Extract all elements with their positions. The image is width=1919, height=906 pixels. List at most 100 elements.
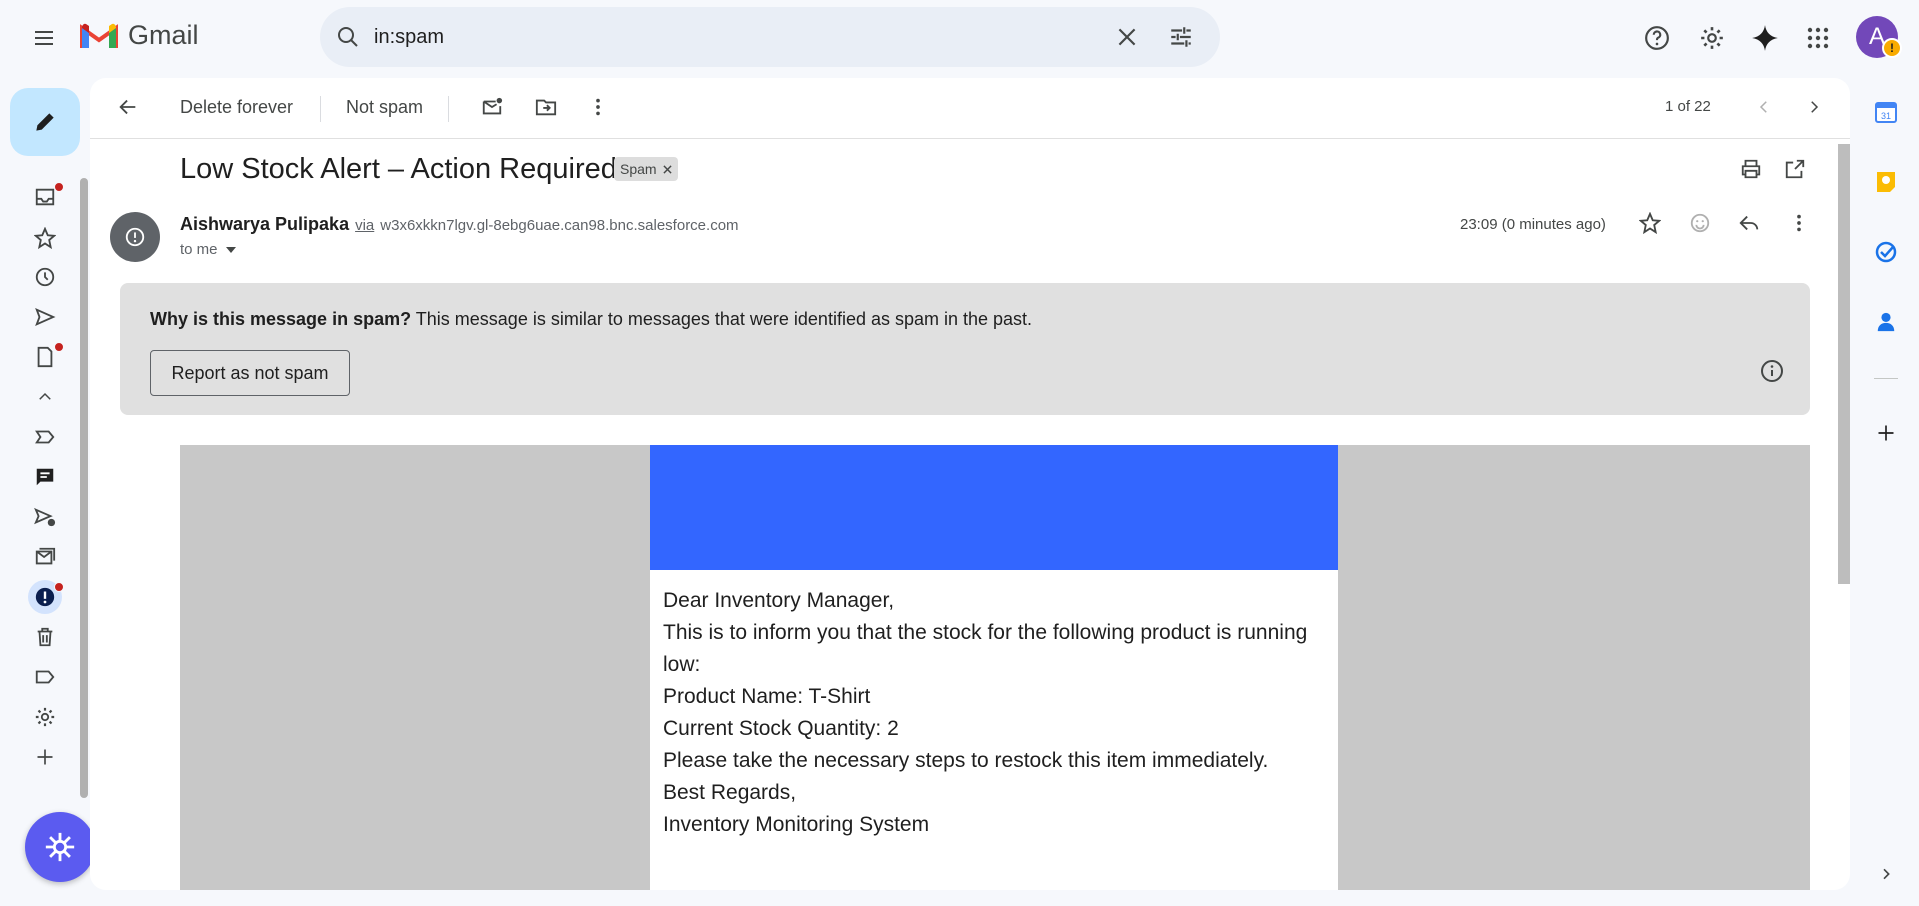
chevron-right-icon [1811,101,1819,113]
via-link[interactable]: via [355,217,374,234]
warning-avatar-icon [125,227,145,247]
spam-label-chip: Spam [614,157,678,181]
show-side-panel-button[interactable] [1870,858,1902,890]
calendar-icon: 31 [1875,102,1897,123]
spam-info-button[interactable] [1760,359,1784,383]
tasks-check-icon [1875,241,1897,263]
search-icon[interactable] [336,25,360,49]
all-mail-nav[interactable] [28,540,62,574]
info-icon [1761,360,1783,382]
chevron-down-icon [225,246,236,253]
plus-icon [37,749,53,765]
main-menu-button[interactable] [24,18,64,58]
support-button[interactable] [1637,18,1677,58]
search-options-icon[interactable] [1168,24,1194,50]
plus-icon [1878,425,1894,441]
clock-icon [35,267,55,287]
spam-warning-banner: Why is this message in spam? This messag… [120,283,1810,415]
more-vert-icon [1797,214,1801,232]
scheduled-nav[interactable] [28,500,62,534]
star-button[interactable] [1639,212,1661,234]
gear-icon [1701,27,1723,49]
send-icon [35,307,56,327]
newer-button[interactable] [1748,78,1780,136]
older-button[interactable] [1798,78,1830,136]
categories-nav[interactable] [28,660,62,694]
gmail-logo[interactable]: Gmail [80,20,199,51]
help-icon [1645,26,1669,50]
body-intro-line: This is to inform you that the stock for… [663,621,1308,676]
mark-unread-icon [482,97,503,115]
drafts-dot [54,342,64,352]
reply-icon [1739,215,1759,231]
create-label-nav[interactable] [28,740,62,774]
email-header-banner [650,445,1338,570]
closing-line: Best Regards, [663,781,797,804]
sender-info: Aishwarya Pulipaka via w3x6xkkn7lgv.gl-8eb… [180,214,739,235]
sparkle-burst-icon [45,832,75,862]
settings-button[interactable] [1692,18,1732,58]
spam-label-text: Spam [620,161,657,177]
search-bar[interactable]: in:spam [320,7,1220,67]
extension-button[interactable] [25,812,95,882]
search-input[interactable]: in:spam [374,7,444,67]
sent-nav[interactable] [28,300,62,334]
react-button[interactable] [1689,212,1711,234]
keep-addon[interactable] [1870,166,1902,198]
report-not-spam-button[interactable]: Report as not spam [150,350,350,396]
collapse-nav[interactable] [28,380,62,414]
chats-nav[interactable] [28,460,62,494]
move-to-button[interactable] [526,78,566,136]
more-actions-button[interactable] [578,78,618,136]
inbox-icon [35,188,55,206]
recipient-details[interactable]: to me [180,241,236,258]
message-scrollbar[interactable] [1838,144,1850,584]
mark-unread-button[interactable] [472,78,512,136]
gemini-button[interactable] [1745,18,1785,58]
remove-label-icon[interactable] [662,164,672,174]
sidebar-scrollbar[interactable] [80,178,88,798]
app-name: Gmail [128,20,199,50]
back-button[interactable] [108,78,148,136]
message-more-button[interactable] [1788,212,1810,234]
tasks-addon[interactable] [1870,236,1902,268]
starred-nav[interactable] [28,221,62,255]
toolbar-divider [448,96,449,122]
keep-bulb-icon [1877,172,1895,192]
trash-nav[interactable] [28,620,62,654]
sender-name[interactable]: Aishwarya Pulipaka [180,214,349,234]
important-nav[interactable] [28,420,62,454]
stock-quantity-line: Current Stock Quantity: 2 [663,717,899,740]
recipient-label: to me [180,241,218,258]
sender-avatar[interactable] [110,212,160,262]
not-spam-button[interactable]: Not spam [346,78,423,136]
pager-count: 1 of 22 [1665,98,1711,115]
open-new-window-button[interactable] [1784,158,1806,180]
sparkle-icon [1752,25,1778,51]
action-line: Please take the necessary steps to resto… [663,749,1269,772]
get-addons-button[interactable] [1870,417,1902,449]
reply-button[interactable] [1738,212,1760,234]
gear-icon [35,707,55,727]
clear-search-icon[interactable] [1114,24,1140,50]
calendar-addon[interactable]: 31 [1870,96,1902,128]
print-button[interactable] [1740,158,1762,180]
spam-reason: Why is this message in spam? This messag… [150,309,1032,330]
star-icon [34,227,56,249]
inbox-unread-dot [54,182,64,192]
chat-icon [36,468,54,486]
label-important-icon [35,430,55,444]
delete-forever-button[interactable]: Delete forever [180,78,293,136]
snoozed-nav[interactable] [28,260,62,294]
side-panel-divider [1874,378,1898,379]
compose-button[interactable] [10,88,80,156]
move-to-folder-icon [535,99,557,116]
svg-text:31: 31 [1881,111,1891,121]
email-content-card: Dear Inventory Manager, This is to infor… [650,445,1338,890]
contacts-addon[interactable] [1870,306,1902,338]
manage-labels-nav[interactable] [28,700,62,734]
email-body: Dear Inventory Manager, This is to infor… [663,585,1323,841]
label-icon [35,670,55,684]
apps-button[interactable] [1798,18,1838,58]
arrow-back-icon [119,99,136,115]
